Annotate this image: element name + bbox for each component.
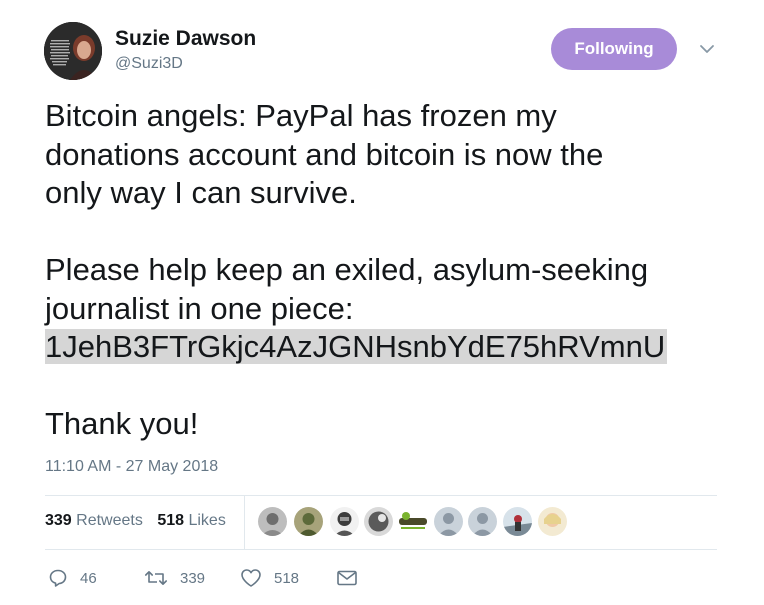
liker-avatar-4[interactable]: [364, 507, 393, 536]
envelope-icon: [337, 570, 357, 586]
tweet-text-line: Please help keep an exiled, asylum-seeki…: [45, 252, 649, 287]
likes-stat[interactable]: 518 Likes: [157, 512, 226, 529]
heart-icon: [241, 569, 261, 587]
retweets-label: Retweets: [76, 512, 143, 529]
reply-count: 46: [80, 569, 97, 587]
likes-label: Likes: [188, 512, 226, 529]
reply-action[interactable]: 46: [48, 567, 97, 589]
reply-icon: [49, 569, 67, 587]
likes-count: 518: [157, 512, 185, 529]
tweet-card: Suzie Dawson @Suzi3D Following Bitcoin a…: [0, 0, 764, 605]
liker-avatar-6[interactable]: [434, 507, 463, 536]
tweet-text-line: donations account and bitcoin is now the: [45, 136, 604, 172]
following-button[interactable]: Following: [551, 28, 677, 70]
tweet-text-line: only way I can survive.: [45, 175, 357, 210]
chevron-down-icon[interactable]: [696, 38, 718, 60]
tweet-text-line: journalist in one piece:: [45, 290, 354, 326]
liker-avatar-1[interactable]: [258, 507, 287, 536]
retweet-action[interactable]: 339: [144, 567, 205, 589]
tweet-timestamp[interactable]: 11:10 AM - 27 May 2018: [45, 458, 218, 476]
tweet-closing: Thank you!: [45, 406, 199, 441]
retweets-count: 339: [45, 512, 72, 529]
liker-avatar-2[interactable]: [294, 507, 323, 536]
author-handle[interactable]: @Suzi3D: [115, 55, 183, 73]
retweet-icon: [145, 571, 167, 585]
divider: [45, 495, 717, 496]
author-avatar-image: [44, 22, 102, 80]
like-action[interactable]: 518: [240, 567, 299, 589]
bitcoin-address[interactable]: 1JehB3FTrGkjc4AzJGNHsnbYdE75hRVmnU: [45, 329, 668, 364]
liker-avatar-5[interactable]: [397, 507, 429, 536]
liker-avatar-9[interactable]: [538, 507, 567, 536]
tweet-text: Bitcoin angels: PayPal has frozen my don…: [45, 97, 745, 444]
retweet-count: 339: [180, 569, 206, 587]
author-name[interactable]: Suzie Dawson: [115, 27, 256, 51]
author-avatar[interactable]: [44, 22, 102, 80]
liker-avatar-8[interactable]: [503, 507, 532, 536]
direct-message-action[interactable]: [336, 567, 358, 589]
liker-avatar-7[interactable]: [468, 507, 497, 536]
tweet-stats: 339 Retweets 518 Likes: [45, 512, 236, 530]
divider: [45, 549, 717, 550]
liker-avatar-3[interactable]: [330, 507, 359, 536]
like-count: 518: [274, 569, 300, 587]
tweet-text-line: Bitcoin angels: PayPal has frozen my: [45, 98, 557, 133]
retweets-stat[interactable]: 339 Retweets: [45, 512, 143, 529]
stats-separator: [244, 496, 245, 549]
